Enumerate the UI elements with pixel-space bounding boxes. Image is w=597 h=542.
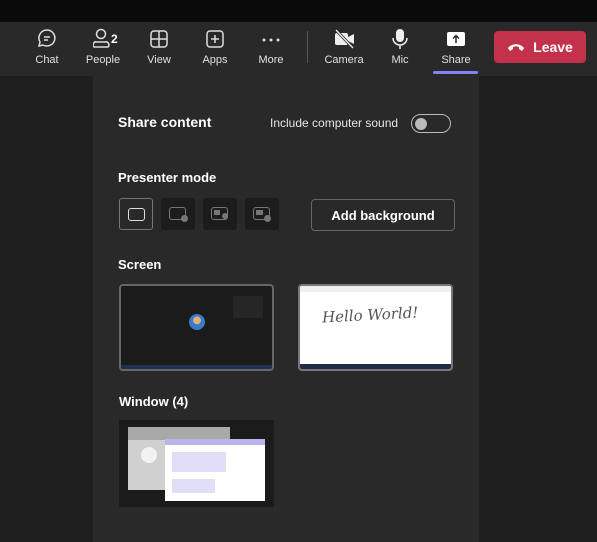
active-tab-indicator bbox=[433, 71, 478, 74]
mic-icon bbox=[392, 29, 408, 49]
window-thumbnail[interactable] bbox=[119, 420, 274, 507]
camera-button[interactable]: Camera bbox=[319, 22, 369, 76]
window-title: Window (4) bbox=[119, 394, 189, 409]
presenter-mode-reporter[interactable] bbox=[245, 198, 279, 230]
chat-icon bbox=[37, 29, 56, 48]
screen-1-thumbnail[interactable] bbox=[119, 284, 274, 371]
panel-title: Share content bbox=[118, 114, 212, 130]
toolbar-divider bbox=[307, 31, 308, 63]
avatar bbox=[189, 314, 205, 330]
people-count-badge: 2 bbox=[111, 32, 118, 46]
share-button[interactable]: Share bbox=[431, 22, 481, 76]
apps-button[interactable]: Apps bbox=[190, 22, 240, 76]
screen-2-thumbnail[interactable]: Hello World! bbox=[298, 284, 453, 371]
title-bar bbox=[0, 0, 597, 22]
presenter-mode-standout[interactable] bbox=[161, 198, 195, 230]
presenter-mode-side-by-side[interactable] bbox=[203, 198, 237, 230]
computer-sound-toggle[interactable] bbox=[411, 114, 451, 133]
mic-button[interactable]: Mic bbox=[375, 22, 425, 76]
plus-square-icon bbox=[206, 30, 224, 48]
people-icon bbox=[93, 28, 110, 48]
add-background-button[interactable]: Add background bbox=[311, 199, 455, 231]
more-button[interactable]: More bbox=[246, 22, 296, 76]
more-icon bbox=[262, 38, 280, 42]
share-icon bbox=[447, 32, 465, 46]
view-button[interactable]: View bbox=[134, 22, 184, 76]
people-button[interactable]: 2 People bbox=[78, 22, 128, 76]
whiteboard-text: Hello World! bbox=[321, 303, 419, 327]
sound-label: Include computer sound bbox=[270, 116, 399, 130]
screen-title: Screen bbox=[118, 257, 162, 272]
hang-up-icon bbox=[508, 44, 525, 51]
camera-off-icon bbox=[334, 28, 355, 50]
meeting-toolbar: Chat 2 People View Apps More Camera Mic … bbox=[0, 22, 597, 76]
presenter-mode-title: Presenter mode bbox=[118, 170, 217, 185]
chat-button[interactable]: Chat bbox=[22, 22, 72, 76]
leave-button[interactable]: Leave bbox=[494, 31, 586, 63]
presenter-mode-content-only[interactable] bbox=[119, 198, 153, 230]
grid-icon bbox=[150, 30, 168, 48]
share-content-panel: Share content Include computer sound Pre… bbox=[93, 76, 479, 542]
